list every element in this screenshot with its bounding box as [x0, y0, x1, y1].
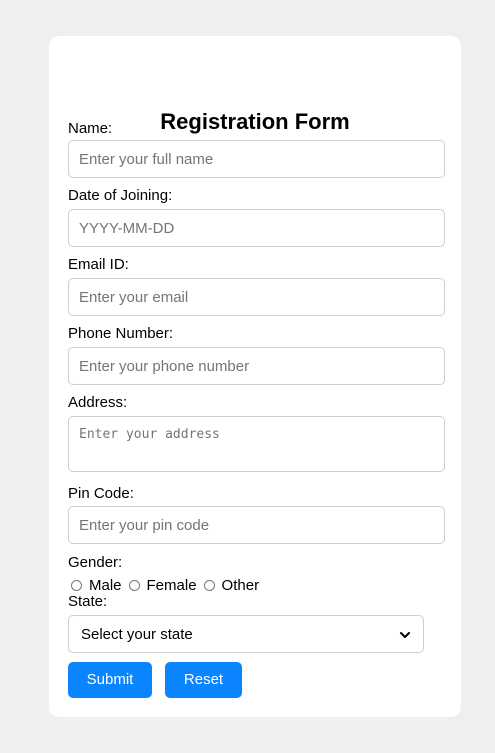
state-label: State: — [68, 593, 108, 610]
reset-button[interactable]: Reset — [165, 662, 242, 698]
state-select[interactable]: Select your state — [68, 615, 424, 653]
address-textarea[interactable] — [68, 416, 445, 472]
submit-button[interactable]: Submit — [68, 662, 152, 698]
state-select-value: Select your state — [81, 625, 193, 643]
phone-input[interactable] — [68, 347, 445, 385]
gender-male-label: Male — [89, 576, 122, 594]
pincode-label: Pin Code: — [68, 485, 134, 502]
name-input[interactable] — [68, 140, 445, 178]
email-label: Email ID: — [68, 256, 129, 273]
address-label: Address: — [68, 394, 128, 411]
gender-female-label: Female — [146, 576, 197, 594]
gender-female-radio[interactable] — [128, 579, 140, 591]
gender-label: Gender: — [68, 554, 123, 571]
gender-other-label: Other — [221, 576, 260, 594]
name-label: Name: — [68, 120, 113, 137]
doj-input[interactable] — [68, 209, 445, 247]
gender-radio-group: Male Female Other — [71, 576, 266, 594]
email-input[interactable] — [68, 278, 445, 316]
gender-other-radio[interactable] — [203, 579, 215, 591]
gender-male-radio[interactable] — [71, 579, 82, 591]
doj-label: Date of Joining: — [68, 187, 173, 204]
pincode-input[interactable] — [68, 506, 445, 544]
registration-card: Registration Form Name: Date of Joining:… — [49, 36, 461, 717]
phone-label: Phone Number: — [68, 325, 174, 342]
chevron-down-icon — [399, 628, 411, 640]
